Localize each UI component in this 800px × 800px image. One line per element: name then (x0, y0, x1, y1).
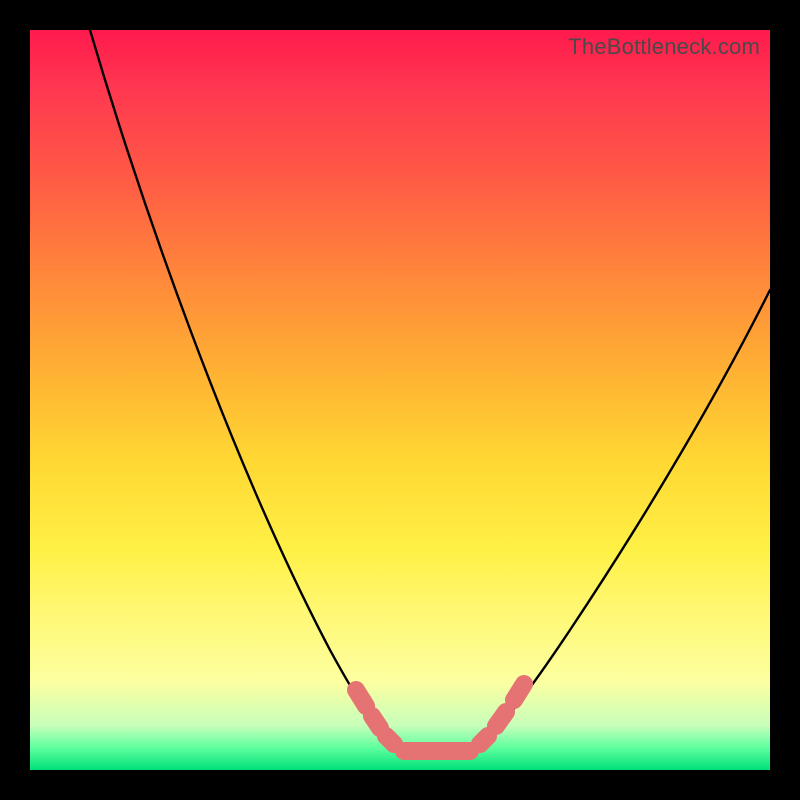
chart-frame: TheBottleneck.com (0, 0, 800, 800)
bead-1 (356, 690, 366, 706)
bead-2 (372, 716, 380, 728)
trough-beads (356, 684, 524, 751)
bead-5 (480, 736, 488, 744)
curve-left-limb (90, 30, 400, 750)
bead-6 (496, 712, 506, 726)
bead-7 (514, 684, 524, 700)
bead-3 (386, 736, 394, 744)
chart-plot-area: TheBottleneck.com (30, 30, 770, 770)
bottleneck-curve (30, 30, 770, 770)
